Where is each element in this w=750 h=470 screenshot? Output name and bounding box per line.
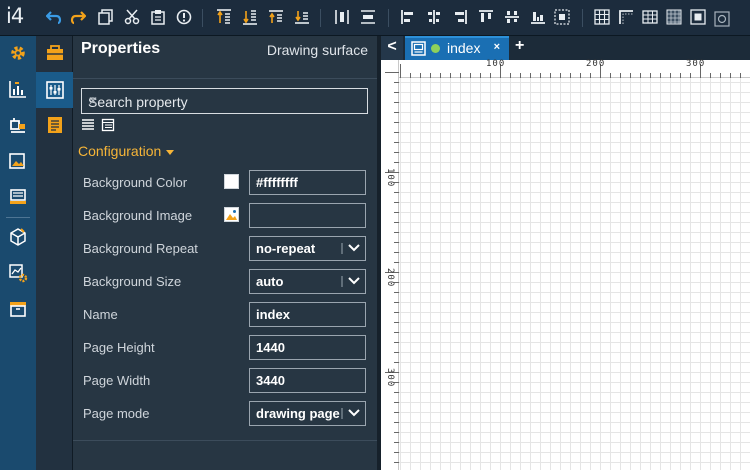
distribute-v-icon[interactable] [360, 9, 376, 25]
zoom-icon[interactable] [714, 11, 730, 27]
table-icon[interactable] [642, 9, 658, 25]
add-tab-button[interactable]: + [515, 37, 524, 55]
send-backward-icon[interactable] [294, 9, 310, 25]
prop-label-background-color: Background Color [83, 175, 188, 190]
background-repeat-value: no-repeat [256, 241, 316, 256]
horizontal-ruler: 100 200 300 [381, 59, 750, 78]
grid-icon[interactable] [594, 9, 610, 25]
background-image-field[interactable] [249, 203, 366, 228]
prop-label-background-size: Background Size [83, 274, 182, 289]
prop-label-page-height: Page Height [83, 340, 155, 355]
prop-label-page-width: Page Width [83, 373, 151, 388]
corner-icon[interactable] [618, 9, 634, 25]
image-report-icon[interactable] [8, 151, 28, 171]
properties-panel: Properties Drawing surface Search proper… [73, 36, 377, 470]
toolbox-icon[interactable] [45, 43, 65, 63]
page-icon [411, 41, 426, 56]
app-logo: i4 [6, 4, 24, 28]
gear-report-icon[interactable] [8, 263, 28, 283]
align-left-icon[interactable] [400, 9, 416, 25]
center-icon[interactable] [554, 9, 570, 25]
panel-divider [73, 78, 377, 79]
prop-label-background-image: Background Image [83, 208, 193, 223]
image-picker-icon[interactable] [224, 207, 239, 222]
panel-rail [36, 36, 73, 470]
background-size-value: auto [256, 274, 284, 289]
left-rail [0, 36, 36, 470]
chevron-down-icon [341, 243, 360, 254]
section-label: Configuration [78, 143, 162, 159]
move-up-icon[interactable] [216, 9, 232, 25]
view-mode-toggle [81, 118, 121, 134]
prop-label-page-mode: Page mode [83, 406, 150, 421]
background-repeat-select[interactable]: no-repeat [249, 236, 366, 261]
status-dot [431, 44, 440, 53]
panel-footer-divider [73, 440, 377, 441]
tab-index[interactable]: index × [405, 36, 509, 60]
prop-label-name: Name [83, 307, 118, 322]
redo-icon[interactable] [70, 9, 86, 25]
background-size-select[interactable]: auto [249, 269, 366, 294]
paste-icon[interactable] [150, 9, 166, 25]
tab-label: index [447, 40, 481, 56]
copy-icon[interactable] [98, 9, 114, 25]
package-icon[interactable] [8, 227, 28, 247]
panel-subtitle: Drawing surface [266, 42, 368, 58]
ruler-label-v-300: 300 [385, 368, 395, 388]
align-center-icon[interactable] [426, 9, 442, 25]
ruler-label-h-100: 100 [486, 59, 506, 69]
cut-icon[interactable] [124, 9, 140, 25]
document-icon[interactable] [45, 115, 65, 135]
prop-label-background-repeat: Background Repeat [83, 241, 198, 256]
ruler-label-h-200: 200 [586, 59, 606, 69]
page-mode-value: drawing page [256, 406, 340, 421]
ruler-label-v-200: 200 [385, 268, 395, 288]
fit-icon[interactable] [690, 9, 706, 25]
error-icon[interactable] [176, 9, 192, 25]
settings-icon[interactable] [8, 43, 28, 63]
align-middle-icon[interactable] [504, 9, 520, 25]
move-down-icon[interactable] [242, 9, 258, 25]
align-right-icon[interactable] [452, 9, 468, 25]
printer-icon[interactable] [8, 187, 28, 207]
page-mode-select[interactable]: drawing page [249, 401, 366, 426]
align-top-icon[interactable] [478, 9, 494, 25]
list-view-icon[interactable] [81, 118, 95, 132]
ruler-ticks-v [385, 72, 399, 463]
main-toolbar: i4 [0, 0, 750, 36]
category-view-icon[interactable] [101, 118, 115, 132]
page-width-field[interactable]: 3440 [249, 368, 366, 393]
bring-forward-icon[interactable] [268, 9, 284, 25]
pattern-icon[interactable] [666, 9, 682, 25]
properties-icon [46, 81, 64, 99]
ruler-label-v-100: 100 [385, 168, 395, 188]
page-height-field[interactable]: 1440 [249, 335, 366, 360]
panel-title: Properties [81, 40, 161, 57]
chevron-down-icon [341, 408, 360, 419]
drawing-canvas[interactable] [381, 60, 750, 470]
chevron-down-icon [341, 276, 360, 287]
color-swatch[interactable] [224, 174, 239, 189]
close-tab-icon[interactable]: × [494, 41, 500, 53]
clear-search-icon[interactable]: ✕ [88, 94, 357, 108]
section-configuration[interactable]: Configuration [78, 143, 175, 159]
collapse-panel-button[interactable]: < [381, 36, 403, 60]
document-tabbar: < index × + [381, 36, 750, 60]
stamp-icon[interactable] [8, 115, 28, 135]
properties-tab[interactable] [36, 72, 73, 108]
name-field[interactable]: index [249, 302, 366, 327]
background-color-field[interactable]: #ffffffff [249, 170, 366, 195]
archive-icon[interactable] [8, 299, 28, 319]
undo-icon[interactable] [46, 9, 62, 25]
distribute-h-icon[interactable] [334, 9, 350, 25]
caret-down-icon [166, 149, 175, 155]
designer-app: i4 Properties Drawing surface Search pro… [0, 0, 750, 470]
ruler-label-h-300: 300 [686, 59, 706, 69]
chart-icon[interactable] [8, 79, 28, 99]
align-bottom-icon[interactable] [530, 9, 546, 25]
vertical-ruler: 100 200 300 [381, 60, 399, 470]
search-input[interactable]: Search property ✕ [81, 88, 368, 114]
